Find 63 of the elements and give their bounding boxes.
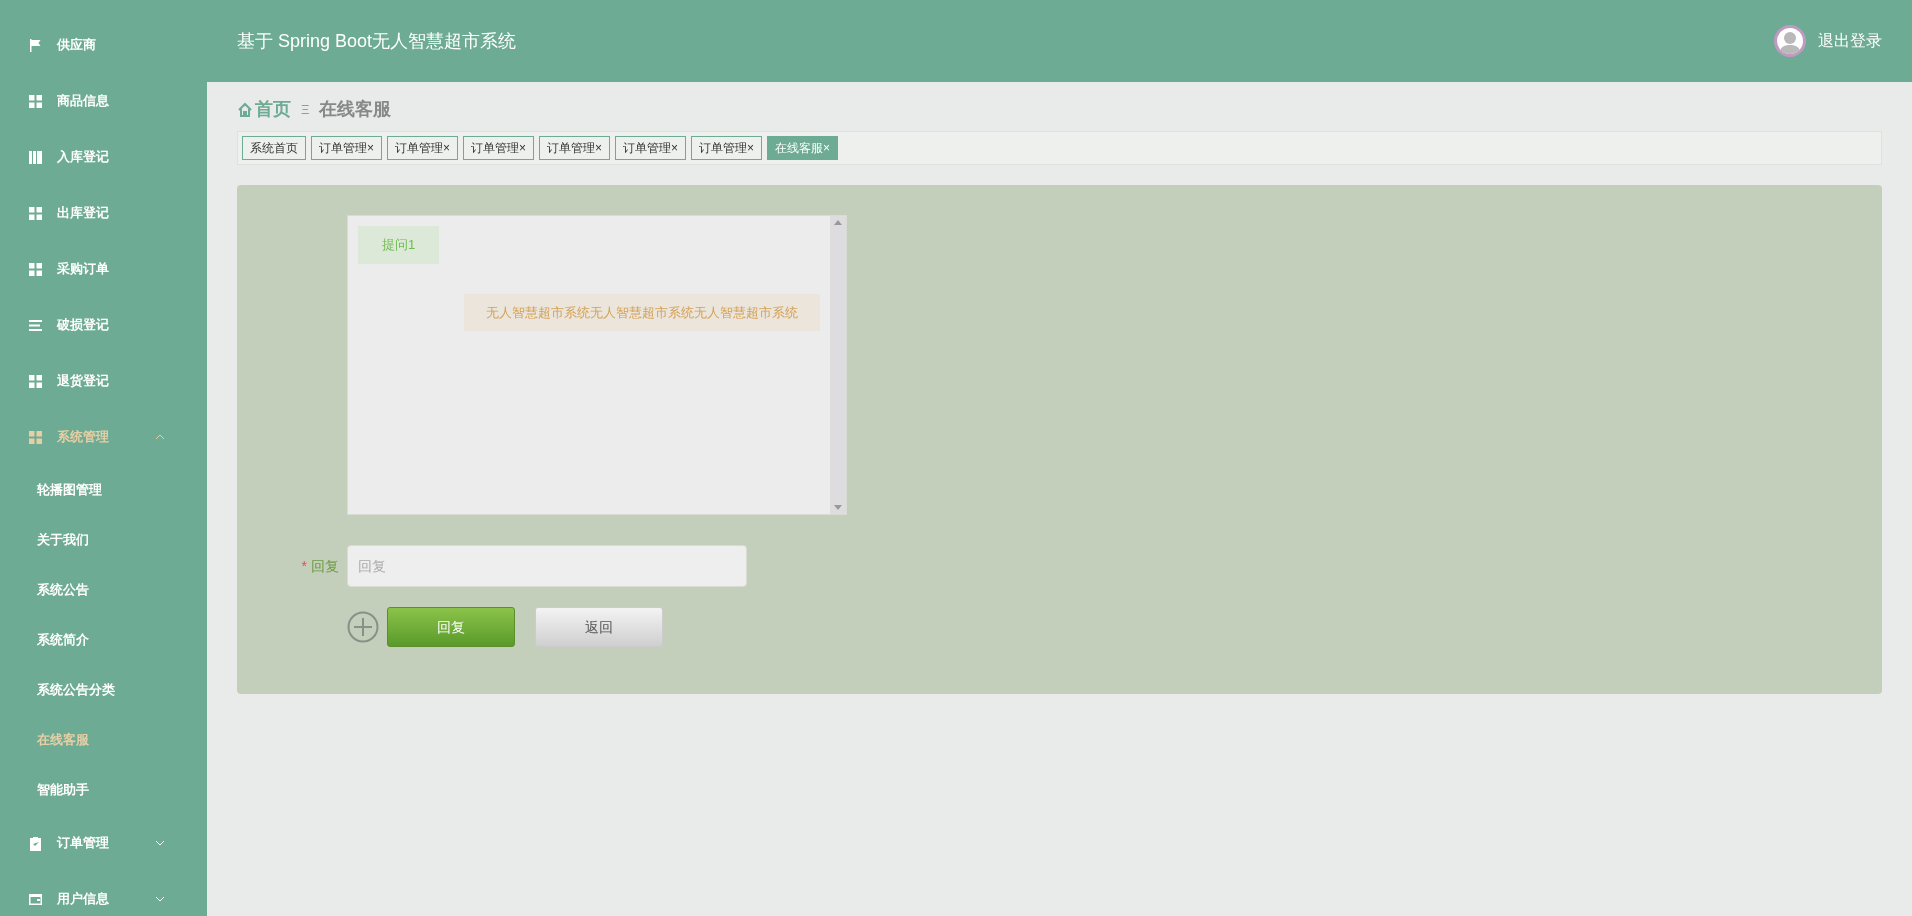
page-tab[interactable]: 订单管理× [691,136,763,160]
breadcrumb-home-link[interactable]: 首页 [237,96,291,123]
required-mark: * [301,557,307,574]
sidebar-item[interactable]: 采购订单 [0,241,207,297]
chevron-down-icon [155,840,165,846]
grid-icon [28,261,43,277]
sidebar-subitem[interactable]: 智能助手 [0,765,207,815]
sidebar-subitem[interactable]: 轮播图管理 [0,465,207,515]
flag-icon [28,37,43,53]
sidebar-item[interactable]: 供应商 [0,17,207,73]
close-button[interactable]: × [367,141,374,155]
grid-icon [28,205,43,221]
page-tab[interactable]: 订单管理× [463,136,535,160]
sidebar-subitem[interactable]: 系统公告 [0,565,207,615]
breadcrumb-current: 在线客服 [319,98,392,121]
grid-icon [28,93,43,109]
chevron-up-icon [155,434,165,440]
page-tab[interactable]: 订单管理× [311,136,382,160]
sidebar-item[interactable]: 入库登记 [0,129,207,185]
sidebar-item[interactable]: 商品信息 [0,73,207,129]
sidebar-item[interactable]: 用户信息 [0,871,207,916]
close-button[interactable]: × [823,141,831,155]
book-icon [28,149,43,165]
grid-icon [28,429,43,445]
sidebar-subitem[interactable]: 在线客服 [0,715,207,765]
page-tab[interactable]: 订单管理× [387,136,459,160]
add-circle-icon[interactable] [347,611,379,643]
page-tab[interactable]: 订单管理× [615,136,687,160]
app-title: 基于 Spring Boot无人智慧超市系统 [237,29,517,53]
close-button[interactable]: × [519,141,527,155]
reply-input[interactable]: 回复 [347,545,747,587]
avatar-icon [1774,25,1806,57]
clipboard-icon [28,835,43,851]
sidebar-item[interactable]: 退货登记 [0,353,207,409]
grid-icon [28,373,43,389]
breadcrumb-separator: Ξ [301,100,310,119]
back-button[interactable]: 返回 [535,607,663,647]
sidebar-subitem[interactable]: 系统公告分类 [0,665,207,715]
question-message: 提问1 [358,226,440,264]
close-button[interactable]: × [443,141,451,155]
sidebar-subitem[interactable]: 关于我们 [0,515,207,565]
close-button[interactable]: × [595,141,603,155]
page-tab[interactable]: 在线客服× [767,136,839,160]
sidebar-item[interactable]: 出库登记 [0,185,207,241]
scroll-up-icon[interactable] [834,220,842,225]
page-tab[interactable]: 系统首页 [242,136,306,160]
reply-button[interactable]: 回复 [387,607,515,647]
scroll-down-icon[interactable] [834,505,842,510]
chevron-down-icon [155,896,165,902]
logout-link[interactable]: 退出登录 [1818,29,1882,53]
sidebar-item[interactable]: 破损登记 [0,297,207,353]
page-tab[interactable]: 订单管理× [539,136,611,160]
close-button[interactable]: × [747,141,755,155]
list-icon [28,317,43,333]
home-icon [237,101,253,118]
answer-message: 无人智慧超市系统无人智慧超市系统无人智慧超市系统 [464,293,820,331]
scrollbar[interactable] [830,216,846,514]
close-button[interactable]: × [671,141,679,155]
sidebar-subitem[interactable]: 系统简介 [0,615,207,665]
wallet-icon [28,891,43,907]
sidebar-item[interactable]: 订单管理 [0,815,207,871]
field-label: 回复 [311,556,339,576]
sidebar-item[interactable]: 系统管理 [0,409,207,465]
